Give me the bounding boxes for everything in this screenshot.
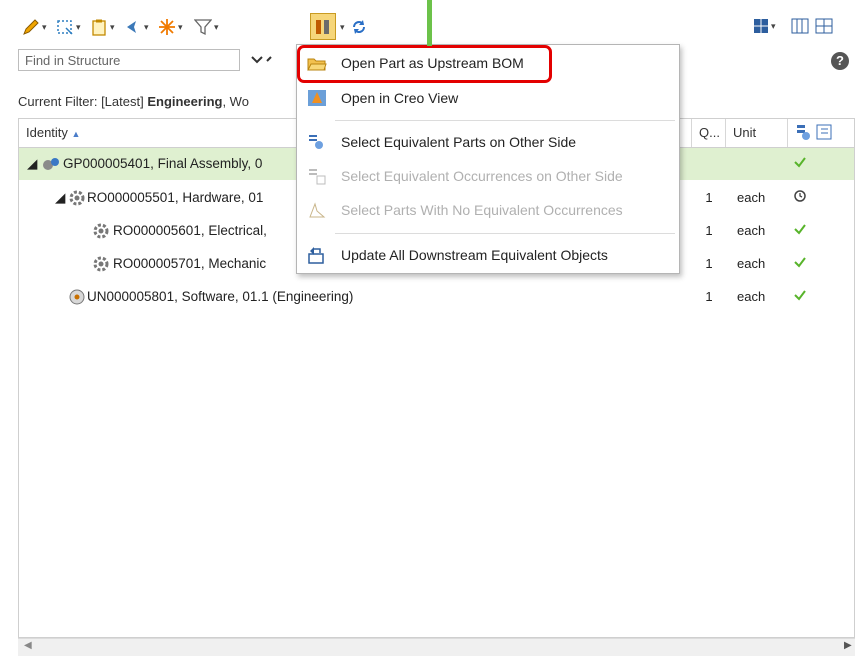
table-row[interactable]: UN000005801, Software, 01.1 (Engineering…	[19, 281, 854, 313]
chevron-down-icon: ▾	[110, 21, 115, 32]
select-equivalent-icon	[309, 135, 323, 149]
columns-icon[interactable]	[791, 18, 809, 34]
horizontal-scrollbar[interactable]: ◀ ▶	[18, 638, 855, 656]
current-filter-label: Current Filter: [Latest] Engineering, Wo	[18, 94, 296, 109]
refresh-icon	[353, 20, 365, 34]
find-in-structure-input[interactable]: Find in Structure	[18, 49, 240, 71]
row-unit: each	[737, 289, 766, 304]
clipboard-icon	[92, 19, 106, 36]
scroll-left-icon[interactable]: ◀	[24, 640, 32, 651]
software-disc-icon	[69, 289, 85, 305]
row-unit: each	[737, 256, 766, 271]
menu-divider	[335, 233, 675, 234]
filter-tool-button[interactable]: ▾	[194, 14, 219, 40]
row-quantity: 1	[705, 289, 713, 304]
check-icon	[794, 248, 806, 280]
row-quantity: 1	[705, 256, 713, 271]
expand-toggle[interactable]: ◢	[55, 182, 65, 214]
menu-item-label: Update All Downstream Equivalent Objects	[341, 247, 608, 263]
column-identity[interactable]: Identity ▲	[26, 119, 80, 147]
column-quantity[interactable]: Q...	[699, 119, 720, 147]
menu-item-label: Select Equivalent Occurrences on Other S…	[341, 168, 623, 184]
starburst-icon	[159, 19, 175, 35]
menu-item-label: Select Equivalent Parts on Other Side	[341, 134, 577, 150]
chevron-down-icon: ▾	[340, 21, 345, 32]
gear-icon	[93, 256, 109, 272]
equivalence-tools-button[interactable]	[310, 13, 336, 40]
creo-view-icon	[308, 90, 326, 106]
split-view-icon[interactable]	[815, 18, 833, 34]
menu-divider	[335, 120, 675, 121]
gear-icon	[69, 190, 85, 206]
chevron-down-icon: ▾	[42, 21, 47, 32]
scroll-right-icon[interactable]: ▶	[844, 640, 852, 651]
clipboard-tool-button[interactable]: ▾	[90, 14, 115, 40]
menu-item-select-equivalent-occurrences: Select Equivalent Occurrences on Other S…	[297, 161, 679, 191]
filter-suffix: , Wo	[222, 94, 249, 109]
dashed-box-icon	[57, 20, 73, 35]
menu-item-label: Select Parts With No Equivalent Occurren…	[341, 202, 623, 218]
expand-toggle[interactable]: ◢	[27, 148, 37, 180]
refresh-tool-button[interactable]	[350, 14, 368, 40]
layout-grid-icon[interactable]	[754, 19, 768, 33]
assembly-icon	[43, 158, 59, 170]
update-downstream-icon	[308, 247, 324, 264]
view-toggles: ▾	[752, 16, 852, 39]
menu-item-open-creo-view[interactable]: Open in Creo View	[297, 83, 679, 113]
insert-tool-button[interactable]: ▾	[56, 14, 81, 40]
menu-item-select-no-equivalent: Select Parts With No Equivalent Occurren…	[297, 195, 679, 225]
row-identity[interactable]: GP000005401, Final Assembly, 0	[63, 148, 262, 180]
menu-item-select-equivalent-parts[interactable]: Select Equivalent Parts on Other Side	[297, 127, 679, 157]
search-options-button[interactable]	[248, 49, 272, 71]
sort-ascending-icon: ▲	[71, 129, 81, 139]
equivalence-status-icon	[797, 125, 810, 140]
column-status-icons[interactable]	[795, 119, 845, 147]
chevron-down-icon	[251, 56, 272, 64]
structure-icon	[816, 124, 832, 140]
navigate-tool-button[interactable]: ▾	[124, 14, 149, 40]
svg-text:▾: ▾	[771, 21, 776, 31]
tools-icon	[316, 19, 329, 34]
row-identity[interactable]: RO000005601, Electrical,	[113, 215, 267, 247]
select-occurrences-icon	[309, 169, 326, 185]
filter-prefix: Current Filter: [Latest]	[18, 94, 148, 109]
edit-tool-button[interactable]: ▾	[22, 14, 47, 40]
row-unit: each	[737, 190, 766, 205]
check-icon	[794, 281, 806, 313]
equivalence-dropdown-button[interactable]: ▾	[338, 14, 345, 40]
chevron-down-icon: ▾	[214, 21, 219, 32]
highlight-box	[297, 45, 552, 83]
annotation-pointer	[427, 0, 432, 46]
row-quantity: 1	[705, 190, 713, 205]
column-unit[interactable]: Unit	[733, 119, 756, 147]
row-quantity: 1	[705, 223, 713, 238]
filter-bold: Engineering	[147, 94, 223, 109]
row-identity[interactable]: RO000005501, Hardware, 01	[87, 182, 263, 214]
check-icon	[794, 148, 806, 180]
select-no-equivalent-icon	[309, 202, 326, 218]
column-divider[interactable]	[787, 119, 788, 147]
row-unit: each	[737, 223, 766, 238]
help-icon[interactable]: ?	[831, 52, 849, 70]
arrow-left-icon	[127, 21, 136, 33]
column-divider[interactable]	[725, 119, 726, 147]
check-icon	[794, 215, 806, 247]
menu-item-update-downstream[interactable]: Update All Downstream Equivalent Objects	[297, 240, 679, 270]
menu-item-label: Open in Creo View	[341, 90, 459, 106]
row-identity[interactable]: RO000005701, Mechanic	[113, 248, 266, 280]
filter-icon	[194, 19, 212, 36]
row-identity[interactable]: UN000005801, Software, 01.1 (Engineering…	[87, 281, 353, 313]
chevron-down-icon: ▾	[144, 21, 149, 32]
column-identity-label: Identity	[26, 125, 68, 140]
chevron-down-icon: ▾	[178, 21, 183, 32]
clock-icon	[794, 182, 806, 214]
highlight-tool-button[interactable]: ▾	[158, 14, 183, 40]
gear-icon	[93, 223, 109, 239]
chevron-down-icon: ▾	[76, 21, 81, 32]
column-divider[interactable]	[691, 119, 692, 147]
pencil-icon	[23, 19, 39, 35]
